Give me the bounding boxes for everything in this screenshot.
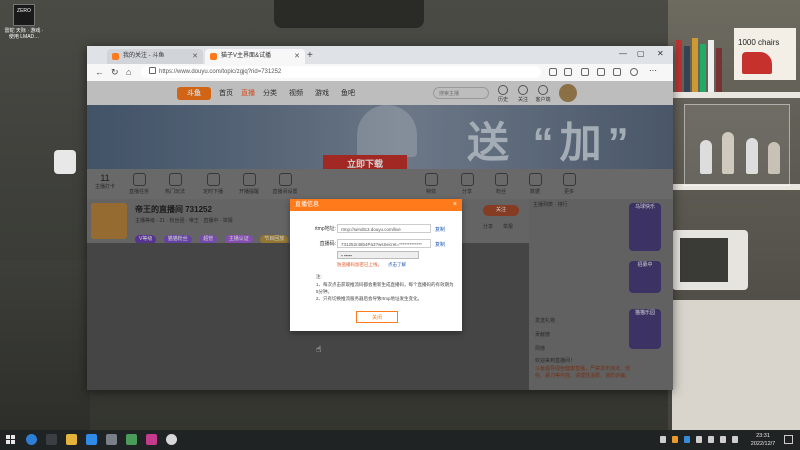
tray-icon[interactable] [696, 436, 702, 443]
network-icon[interactable] [708, 436, 714, 443]
tab-stream-setup[interactable]: 猫子V主界面&试播 ✕ [205, 49, 305, 64]
server-select[interactable]: ▪ ▪▪▪▪▪ [337, 251, 419, 259]
poster-text: 1000 chairs [738, 38, 780, 47]
dialog-header: 直播信息 × [290, 199, 462, 211]
tab-my-follows[interactable]: 我的关注 - 斗鱼 ✕ [107, 49, 203, 64]
app-icon[interactable] [126, 434, 137, 445]
cabinet [672, 300, 800, 430]
dialog-title: 直播信息 [295, 202, 320, 208]
rtmp-label: rtmp地址: [314, 226, 336, 232]
tab-label: 猫子V主界面&试播 [221, 53, 272, 59]
desktop-icon-zero[interactable]: ZERO 雷蛇 天际 · 游戏 · 使用 LMAD… [4, 4, 44, 40]
favorite-star-icon[interactable] [564, 68, 572, 76]
windows-start-icon[interactable] [6, 435, 16, 445]
microwave-door [680, 238, 728, 282]
figurine [746, 138, 758, 174]
warn-text: 防盗播码加密已上线， [337, 262, 382, 267]
system-clock[interactable]: 23:31 2022/12/7 [748, 432, 778, 448]
code-label: 直播码: [319, 241, 336, 247]
reload-icon[interactable]: ↻ [111, 66, 119, 78]
figurine [722, 132, 734, 174]
tray-icon[interactable] [660, 436, 666, 443]
task-view-icon[interactable] [46, 434, 57, 445]
profile-icon[interactable] [630, 68, 638, 76]
stream-code-field[interactable]: 731252r48b4Pa3?wsSecret=************* [337, 239, 431, 248]
app-icon[interactable] [146, 434, 157, 445]
lamp-shadow [0, 260, 90, 430]
volume-icon[interactable] [720, 436, 726, 443]
cup [54, 150, 76, 174]
douyu-favicon-icon [112, 53, 119, 60]
red-chair-model [742, 52, 772, 74]
note-heading: 注: [316, 274, 322, 279]
close-dialog-button[interactable]: 关闭 [356, 311, 398, 323]
tray-icon[interactable] [672, 436, 678, 443]
book [700, 44, 706, 92]
learn-more-link[interactable]: 点击了解 [388, 262, 406, 267]
close-tab-icon[interactable]: ✕ [192, 49, 198, 64]
douyu-favicon-icon [210, 53, 217, 60]
read-aloud-icon[interactable] [549, 68, 557, 76]
monitor-bezel [274, 0, 424, 28]
close-tab-icon[interactable]: ✕ [294, 49, 300, 64]
obs-icon[interactable] [166, 434, 177, 445]
note-2: 2、只有切换推流服务器后会导致rtmp地址发生变化。 [316, 296, 423, 301]
stream-info-dialog: 直播信息 × rtmp地址: rtmp://sendtc3.douyu.com/… [290, 199, 462, 331]
browser-window: 我的关注 - 斗鱼 ✕ 猫子V主界面&试播 ✕ + — ▢ ✕ ← ↻ ⌂ ht… [87, 46, 673, 390]
lock-icon [149, 67, 156, 74]
close-icon[interactable]: × [453, 199, 457, 211]
book [716, 48, 722, 92]
url-text: https://www.douyu.com/topic/zgjq?rid=731… [159, 69, 282, 75]
shelf-board [668, 92, 800, 98]
rtmp-address-field[interactable]: rtmp://sendtc3.douyu.com/live [337, 224, 431, 233]
book [684, 46, 690, 92]
home-icon[interactable]: ⌂ [126, 66, 131, 78]
minimize-icon[interactable]: — [619, 49, 627, 58]
file-explorer-icon[interactable] [66, 434, 77, 445]
refresh-extension-icon[interactable] [581, 68, 589, 76]
app-icon: ZERO [13, 4, 35, 26]
figurine [768, 142, 780, 174]
app-icon[interactable] [106, 434, 117, 445]
desktop-icon-label: 雷蛇 天际 · 游戏 · 使用 LMAD… [4, 28, 44, 40]
douyu-page: 斗鱼 首页 直播 分类 视频 游戏 鱼吧 搜索主播 历史 关注 客户端 送 “加… [87, 81, 673, 390]
new-tab-button[interactable]: + [307, 49, 313, 62]
more-menu-icon[interactable]: ··· [649, 67, 657, 76]
taskbar: 23:31 2022/12/7 [0, 430, 800, 450]
clock-date: 2022/12/7 [750, 441, 776, 447]
maximize-icon[interactable]: ▢ [637, 49, 645, 58]
book [708, 40, 714, 92]
clock-time: 23:31 [756, 433, 770, 439]
url-input[interactable]: https://www.douyu.com/topic/zgjq?rid=731… [141, 66, 541, 78]
notification-icon[interactable] [784, 435, 793, 444]
edge-icon[interactable] [26, 434, 37, 445]
tray-icon[interactable] [684, 436, 690, 443]
book [692, 38, 698, 92]
close-window-icon[interactable]: ✕ [657, 49, 664, 58]
collections-icon[interactable] [613, 68, 621, 76]
copy-code-button[interactable]: 复制 [435, 241, 445, 248]
tab-strip: 我的关注 - 斗鱼 ✕ 猫子V主界面&试播 ✕ + — ▢ ✕ [87, 46, 673, 64]
copy-rtmp-button[interactable]: 复制 [435, 226, 445, 233]
encryption-notice: 防盗播码加密已上线， 点击了解 [337, 262, 406, 268]
mouse-cursor-icon: ☝ [316, 344, 322, 354]
ime-icon[interactable] [732, 436, 738, 443]
book [676, 40, 682, 92]
back-icon[interactable]: ← [95, 66, 104, 78]
address-bar-row: ← ↻ ⌂ https://www.douyu.com/topic/zgjq?r… [87, 64, 673, 82]
tab-label: 我的关注 - 斗鱼 [123, 53, 165, 59]
note-1: 1、每次点击获取推流码都会重新生成直播码，每个直播码的有效期为5分钟。 [316, 282, 454, 294]
extensions-icon[interactable] [597, 68, 605, 76]
app-icon[interactable] [86, 434, 97, 445]
figurine [700, 140, 712, 174]
